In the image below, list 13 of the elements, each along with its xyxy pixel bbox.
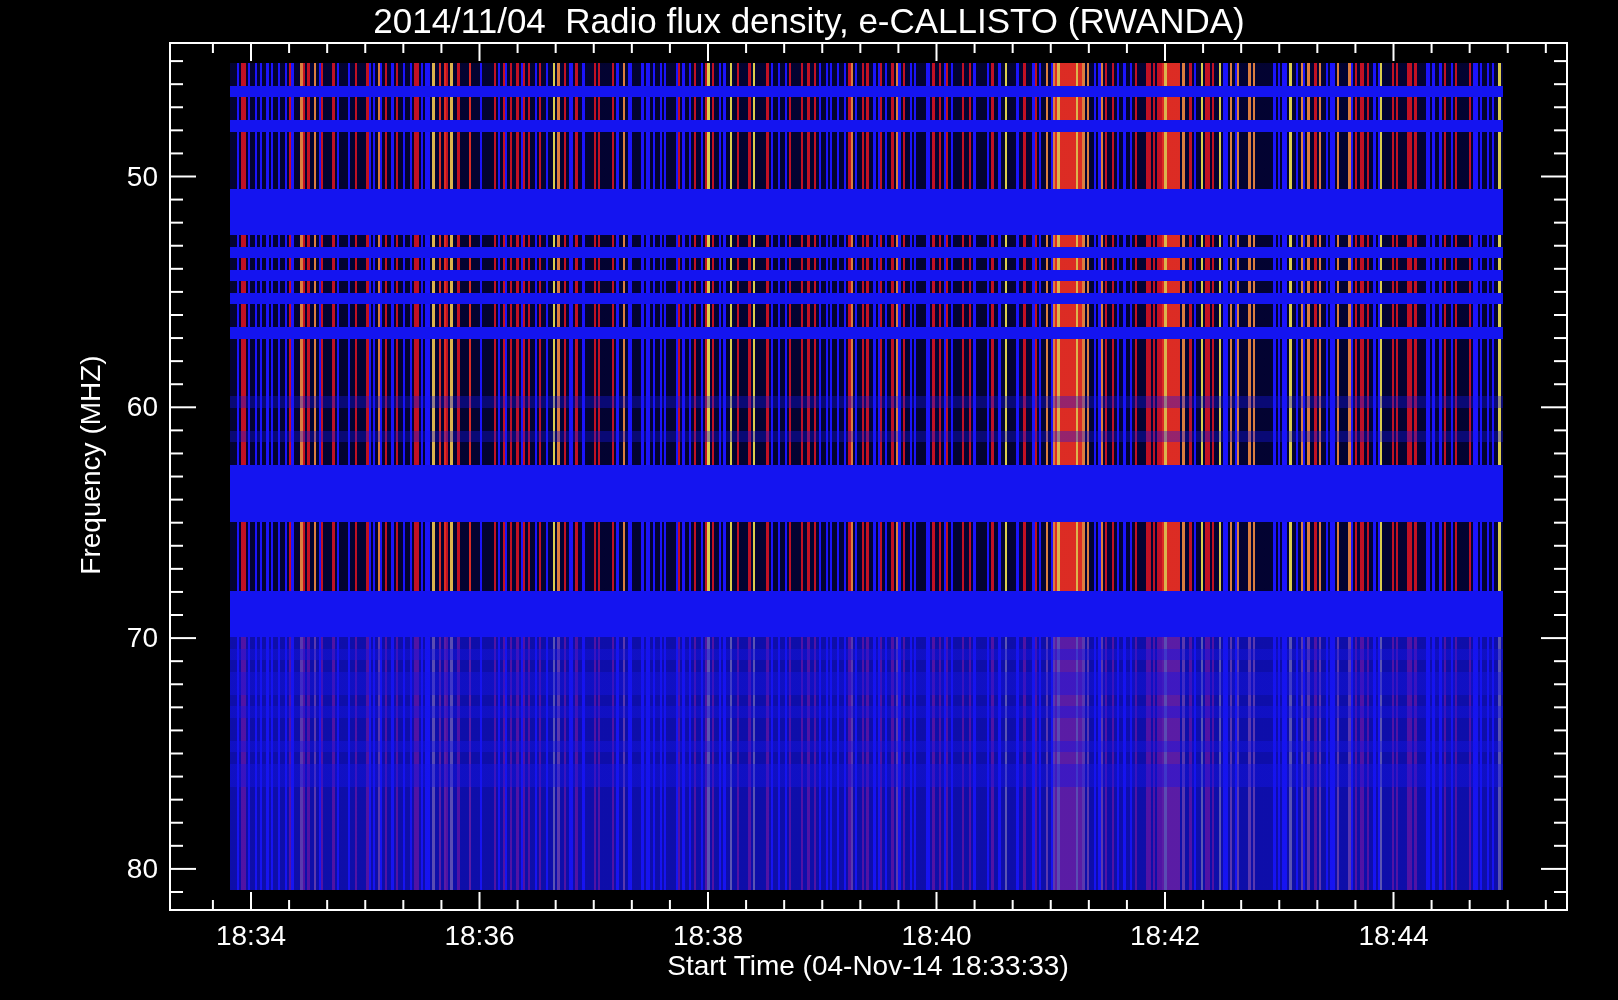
x-tick-label: 18:44	[1358, 922, 1429, 950]
x-tick-label: 18:36	[444, 922, 515, 950]
x-tick-label: 18:38	[672, 922, 744, 950]
x-tick-label: 18:34	[215, 922, 287, 950]
y-tick-label: 60	[126, 393, 158, 422]
x-tick-label: 18:42	[1129, 922, 1201, 950]
y-axis-label: Frequency (MHZ)	[77, 355, 105, 575]
x-tick-label: 18:40	[901, 922, 972, 950]
plot-title: 2014/11/04 Radio flux density, e-CALLISTO (RWANDA)	[372, 3, 1246, 38]
y-tick-label: 80	[126, 854, 158, 883]
y-tick-label: 50	[126, 162, 158, 191]
y-tick-label: 70	[126, 624, 158, 653]
x-axis-label: Start Time (04-Nov-14 18:33:33)	[667, 952, 1069, 980]
